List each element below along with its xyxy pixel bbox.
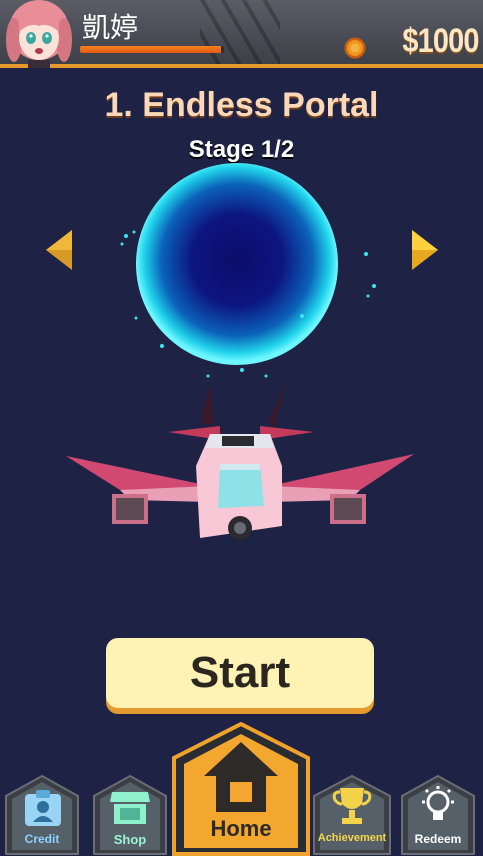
header-decoration [200,0,280,64]
avatar[interactable] [4,0,74,68]
portal-orb [120,163,376,378]
arrow-right-icon[interactable] [410,228,440,272]
house-icon [204,742,278,812]
id-card-icon [25,790,61,826]
lightbulb-icon [422,786,454,820]
nav-label-achievement: Achievement [317,832,387,844]
nav-home[interactable]: Home [170,722,312,856]
coin-icon [344,37,366,59]
start-button[interactable]: Start [106,638,374,708]
player-name: 凱婷 [82,11,139,44]
nav-label-shop: Shop [113,832,147,847]
player-spaceship [66,382,414,540]
nav-achievement[interactable]: Achievement [310,774,394,856]
store-icon [110,792,150,824]
money-amount: $1000 [402,22,480,60]
xp-bar [80,46,224,53]
xp-bar-fill [80,46,222,53]
top-bar: 凱婷 $1000 [0,0,483,68]
nav-redeem[interactable]: Redeem [398,774,478,856]
nav-credit[interactable]: Credit [2,774,82,856]
stage-title: 1. Endless Portal [104,86,379,124]
trophy-icon [332,788,372,824]
nav-label-redeem: Redeem [414,832,462,846]
nav-label-home: Home [210,816,272,841]
nav-label-credit: Credit [24,832,60,846]
nav-shop[interactable]: Shop [90,774,170,856]
arrow-left-icon[interactable] [44,228,74,272]
